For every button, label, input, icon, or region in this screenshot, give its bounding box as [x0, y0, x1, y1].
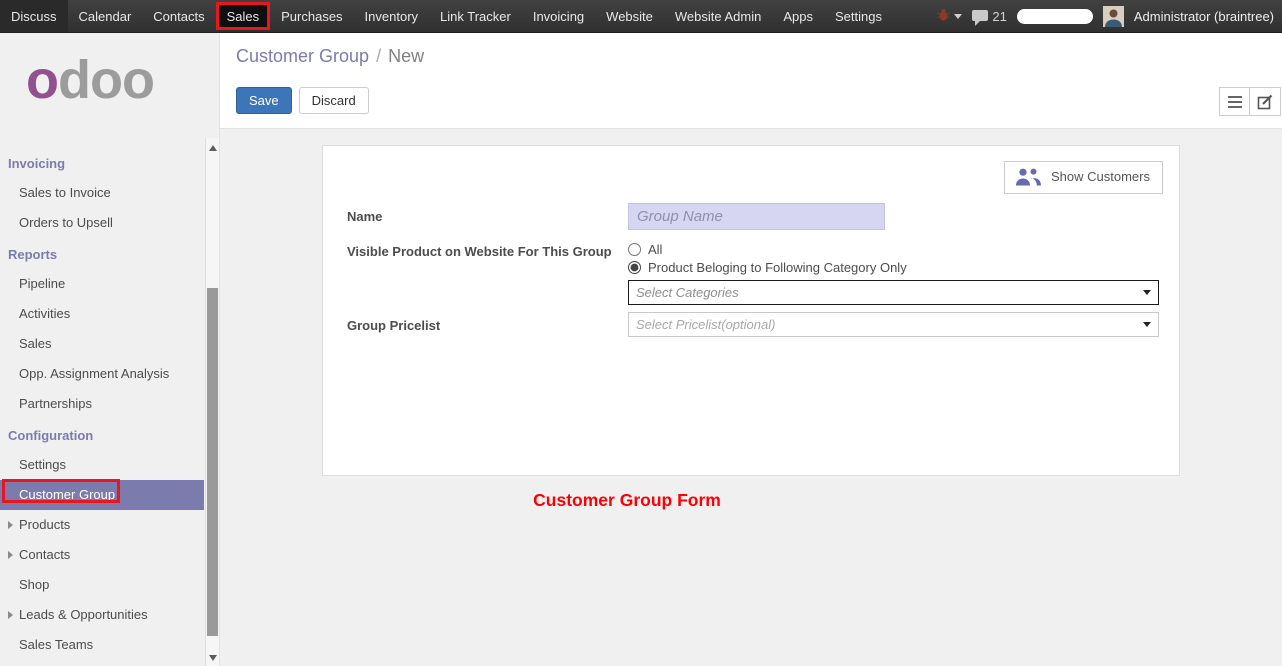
nav-inventory[interactable]: Inventory — [354, 0, 429, 32]
nav-purchases[interactable]: Purchases — [270, 0, 353, 32]
nav-calendar[interactable]: Calendar — [68, 0, 143, 32]
nav-website-admin[interactable]: Website Admin — [664, 0, 772, 32]
section-configuration: Configuration — [0, 419, 207, 450]
sidebar-item-shop[interactable]: Shop — [0, 570, 207, 600]
sidebar-item-settings[interactable]: Settings — [0, 450, 207, 480]
breadcrumb-separator: / — [376, 46, 381, 66]
list-view-button[interactable] — [1219, 87, 1250, 116]
scroll-up-arrow-icon[interactable] — [209, 145, 217, 151]
top-navbar: Discuss Calendar Contacts Sales Purchase… — [0, 0, 1282, 33]
name-label: Name — [347, 203, 628, 230]
nav-link-tracker[interactable]: Link Tracker — [429, 0, 522, 32]
sidebar-item-orders-to-upsell[interactable]: Orders to Upsell — [0, 208, 207, 238]
select-caret-icon — [1143, 322, 1151, 327]
nav-website[interactable]: Website — [595, 0, 664, 32]
pricelist-select[interactable]: Select Pricelist(optional) — [628, 312, 1159, 337]
app-sidebar: odoo Invoicing Sales to Invoice Orders t… — [0, 33, 220, 666]
radio-option-all[interactable]: All — [628, 242, 1159, 257]
messages-count: 21 — [992, 9, 1006, 24]
messages-button[interactable]: 21 — [972, 9, 1006, 24]
sidebar-item-contacts[interactable]: Contacts — [0, 540, 207, 570]
expand-arrow-icon — [8, 521, 13, 529]
radio-option-category-only[interactable]: Product Beloging to Following Category O… — [628, 260, 1159, 275]
visible-product-row: Visible Product on Website For This Grou… — [347, 242, 1159, 305]
breadcrumb-current: New — [388, 46, 424, 66]
section-reports: Reports — [0, 238, 207, 269]
form-view-button[interactable] — [1250, 87, 1281, 116]
pricelist-label: Group Pricelist — [347, 312, 628, 337]
form-fields: Name Visible Product on Website For This… — [347, 203, 1159, 349]
nav-apps[interactable]: Apps — [772, 0, 824, 32]
sidebar-item-opp-assignment-analysis[interactable]: Opp. Assignment Analysis — [0, 359, 207, 389]
nav-invoicing[interactable]: Invoicing — [522, 0, 595, 32]
user-menu[interactable]: Administrator (braintree) — [1134, 9, 1276, 24]
sidebar-item-sales-teams[interactable]: Sales Teams — [0, 630, 207, 660]
chat-bubble-icon — [972, 10, 988, 21]
annotation-caption: Customer Group Form — [533, 490, 721, 510]
sidebar-item-delivery[interactable]: Delivery — [0, 660, 207, 666]
sidebar-item-leads-opportunities[interactable]: Leads & Opportunities — [0, 600, 207, 630]
form-sheet: Show Customers Name Visible Product on W… — [322, 145, 1180, 476]
sidebar-menu: Invoicing Sales to Invoice Orders to Ups… — [0, 147, 207, 666]
visible-product-label: Visible Product on Website For This Grou… — [347, 242, 628, 305]
categories-select[interactable]: Select Categories — [628, 280, 1159, 305]
view-switcher — [1219, 87, 1281, 116]
chevron-down-icon — [954, 14, 962, 19]
name-row: Name — [347, 203, 1159, 230]
group-name-input[interactable] — [628, 203, 885, 230]
edit-pencil-icon — [1257, 94, 1273, 110]
odoo-logo[interactable]: odoo — [0, 33, 219, 107]
expand-arrow-icon — [8, 611, 13, 619]
scroll-down-arrow-icon[interactable] — [209, 655, 217, 661]
radio-category-input[interactable] — [628, 261, 641, 274]
nav-contacts[interactable]: Contacts — [142, 0, 215, 32]
sidebar-item-sales-to-invoice[interactable]: Sales to Invoice — [0, 178, 207, 208]
show-customers-button[interactable]: Show Customers — [1004, 161, 1163, 194]
bug-icon — [937, 8, 950, 24]
section-invoicing: Invoicing — [0, 147, 207, 178]
nav-discuss[interactable]: Discuss — [0, 0, 68, 32]
sidebar-item-products[interactable]: Products — [0, 510, 207, 540]
pricelist-row: Group Pricelist Select Pricelist(optiona… — [347, 312, 1159, 337]
scrollbar-thumb[interactable] — [207, 288, 218, 636]
control-panel: Customer Group / New Save Discard — [220, 33, 1282, 129]
debug-menu-button[interactable] — [937, 8, 962, 24]
customers-icon — [1015, 167, 1042, 188]
systray: 21 Administrator (braintree) — [937, 0, 1282, 32]
discard-button[interactable]: Discard — [299, 87, 369, 114]
sidebar-item-pipeline[interactable]: Pipeline — [0, 269, 207, 299]
breadcrumb-parent-link[interactable]: Customer Group — [236, 46, 369, 66]
radio-all-input[interactable] — [628, 243, 641, 256]
list-icon — [1227, 95, 1243, 109]
nav-settings[interactable]: Settings — [824, 0, 893, 32]
sidebar-item-customer-group[interactable]: Customer Group — [0, 480, 204, 510]
systray-pill[interactable] — [1017, 9, 1093, 24]
breadcrumb: Customer Group / New — [236, 46, 424, 67]
expand-arrow-icon — [8, 551, 13, 559]
annotation-caption-wrap: Customer Group Form — [220, 490, 1034, 511]
nav-sales[interactable]: Sales — [216, 2, 271, 30]
sidebar-item-partnerships[interactable]: Partnerships — [0, 389, 207, 419]
page: Discuss Calendar Contacts Sales Purchase… — [0, 0, 1282, 666]
select-caret-icon — [1143, 290, 1151, 295]
user-avatar[interactable] — [1103, 6, 1124, 27]
save-button[interactable]: Save — [236, 87, 292, 114]
sidebar-item-activities[interactable]: Activities — [0, 299, 207, 329]
main-content: Show Customers Name Visible Product on W… — [220, 130, 1282, 666]
sidebar-item-sales[interactable]: Sales — [0, 329, 207, 359]
action-buttons: Save Discard — [236, 87, 369, 114]
sidebar-scrollbar[interactable] — [205, 138, 219, 666]
show-customers-label: Show Customers — [1051, 169, 1150, 186]
